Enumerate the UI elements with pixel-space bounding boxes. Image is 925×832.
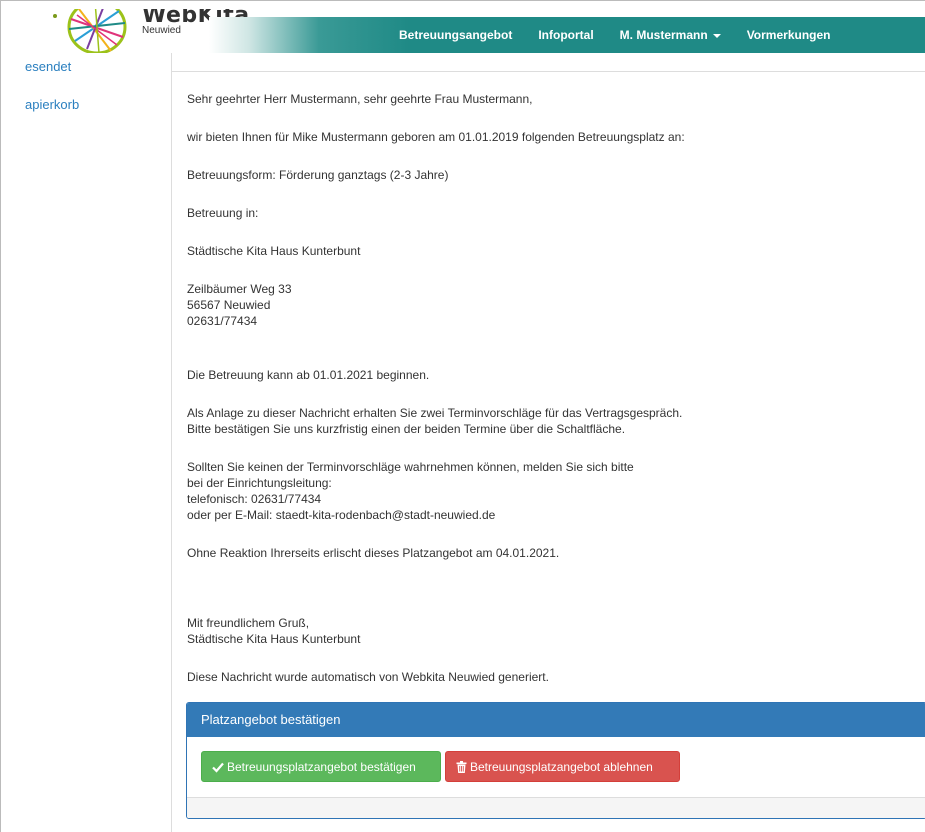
- auto-generated-note: Diese Nachricht wurde automatisch von We…: [187, 670, 549, 684]
- signature: Städtische Kita Haus Kunterbunt: [187, 632, 361, 646]
- nav-betreuungsangebot[interactable]: Betreuungsangebot: [399, 28, 512, 42]
- start-date: Die Betreuung kann ab 01.01.2021 beginne…: [187, 368, 430, 382]
- confirm-panel: Platzangebot bestätigen Betreuungsplatza…: [186, 702, 925, 819]
- sidebar: esendet apierkorb: [9, 53, 171, 832]
- attachment-line-2: Bitte bestätigen Sie uns kurzfristig ein…: [187, 422, 626, 436]
- sidebar-item-papierkorb[interactable]: apierkorb: [25, 97, 79, 112]
- expire-notice: Ohne Reaktion Ihrerseits erlischt dieses…: [187, 546, 560, 560]
- confirm-offer-button[interactable]: Betreuungsplatzangebot bestätigen: [201, 751, 441, 782]
- divider: [172, 71, 925, 72]
- contact-line-2: bei der Einrichtungsleitung:: [187, 476, 332, 490]
- kita-city: 56567 Neuwied: [187, 298, 271, 312]
- reject-offer-button[interactable]: Betreuungsplatzangebot ablehnen: [445, 751, 680, 782]
- site-header: WebKita Neuwied Betreuungsangebot Infopo…: [9, 9, 925, 53]
- salutation: Sehr geehrter Herr Mustermann, sehr geeh…: [187, 92, 533, 106]
- nav-vormerkungen[interactable]: Vormerkungen: [747, 28, 831, 42]
- check-icon: [212, 762, 224, 773]
- contact-line-4: oder per E-Mail: staedt-kita-rodenbach@s…: [187, 508, 496, 522]
- panel-footer: [187, 797, 925, 818]
- reject-offer-label: Betreuungsplatzangebot ablehnen: [470, 760, 653, 774]
- logo-subtitle: Neuwied: [142, 25, 181, 36]
- message-body: Sehr geehrter Herr Mustermann, sehr geeh…: [187, 91, 907, 685]
- logo-emblem-icon: [67, 9, 127, 53]
- logo-dot: [53, 14, 57, 18]
- panel-body: Betreuungsplatzangebot bestätigen Betreu…: [187, 737, 925, 797]
- contact-line-3: telefonisch: 02631/77434: [187, 492, 322, 506]
- greeting: Mit freundlichem Gruß,: [187, 616, 310, 630]
- trash-icon: [456, 761, 467, 773]
- main-navbar: Betreuungsangebot Infoportal M. Musterma…: [209, 17, 925, 53]
- browser-frame: WebKita Neuwied Betreuungsangebot Infopo…: [0, 0, 925, 832]
- intro-text: wir bieten Ihnen für Mike Mustermann geb…: [187, 130, 685, 144]
- sidebar-item-gesendet[interactable]: esendet: [25, 59, 71, 74]
- confirm-offer-label: Betreuungsplatzangebot bestätigen: [227, 760, 416, 774]
- kita-phone: 02631/77434: [187, 314, 258, 328]
- kita-name: Städtische Kita Haus Kunterbunt: [187, 244, 361, 258]
- attachment-line-1: Als Anlage zu dieser Nachricht erhalten …: [187, 406, 683, 420]
- caret-down-icon: [712, 33, 721, 38]
- nav-infoportal[interactable]: Infoportal: [538, 28, 593, 42]
- care-form: Betreuungsform: Förderung ganztags (2-3 …: [187, 168, 449, 182]
- kita-street: Zeilbäumer Weg 33: [187, 282, 292, 296]
- nav-user-label: M. Mustermann: [619, 28, 708, 42]
- logo[interactable]: WebKita Neuwied: [49, 9, 249, 53]
- care-location-label: Betreuung in:: [187, 206, 259, 220]
- nav-user-menu[interactable]: M. Mustermann: [620, 28, 721, 42]
- contact-line-1: Sollten Sie keinen der Terminvorschläge …: [187, 460, 634, 474]
- panel-title: Platzangebot bestätigen: [187, 703, 925, 737]
- message-content: Sehr geehrter Herr Mustermann, sehr geeh…: [171, 53, 925, 832]
